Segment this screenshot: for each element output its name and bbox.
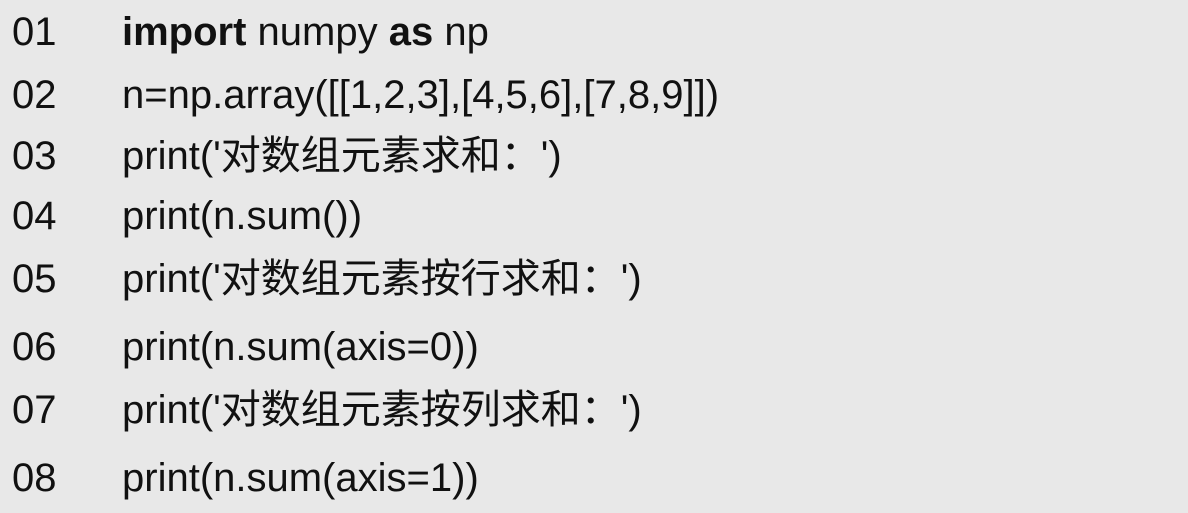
line-code: print('对数组元素求和：'): [122, 134, 562, 178]
code-line: 04 print(n.sum()): [0, 188, 1188, 244]
code-line: 03 print('对数组元素求和：'): [0, 128, 1188, 184]
code-text: np: [433, 10, 489, 54]
keyword-as: as: [388, 10, 434, 54]
code-line: 06 print(n.sum(axis=0)): [0, 319, 1188, 375]
line-code: n=np.array([[1,2,3],[4,5,6],[7,8,9]]): [122, 73, 720, 117]
line-number: 08: [12, 456, 57, 500]
line-number: 07: [12, 388, 57, 432]
code-line: 08 print(n.sum(axis=1)): [0, 450, 1188, 506]
line-code: print('对数组元素按列求和：'): [122, 388, 642, 432]
line-number: 05: [12, 257, 57, 301]
code-line: 07 print('对数组元素按列求和：'): [0, 382, 1188, 438]
line-code: print(n.sum(axis=1)): [122, 456, 479, 500]
code-line: 05 print('对数组元素按行求和：'): [0, 251, 1188, 307]
line-code: print(n.sum()): [122, 194, 363, 238]
line-code: print(n.sum(axis=0)): [122, 325, 479, 369]
keyword-import: import: [122, 10, 247, 54]
code-text: numpy: [246, 10, 389, 54]
line-code: print('对数组元素按行求和：'): [122, 257, 642, 301]
line-number: 02: [12, 73, 57, 117]
line-number: 06: [12, 325, 57, 369]
line-number: 03: [12, 134, 57, 178]
code-line: 02 n=np.array([[1,2,3],[4,5,6],[7,8,9]]): [0, 67, 1188, 123]
code-line: 01 import numpy as np: [0, 4, 1188, 60]
line-number: 01: [12, 10, 57, 54]
code-listing: 01 import numpy as np 02 n=np.array([[1,…: [0, 0, 1188, 513]
line-code: import numpy as np: [122, 4, 489, 60]
line-number: 04: [12, 194, 57, 238]
